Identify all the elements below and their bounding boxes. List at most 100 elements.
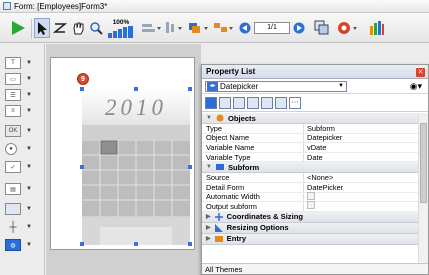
list-tool-icon: ☰ bbox=[5, 89, 21, 101]
field-tool-icon: ▭ bbox=[5, 73, 21, 85]
property-list-titlebar[interactable]: Property List bbox=[202, 65, 428, 79]
more-icon[interactable]: ··· bbox=[289, 96, 301, 109]
resize-handle[interactable] bbox=[188, 87, 192, 91]
palette-splitter-tool[interactable]: ┼ ▼ bbox=[5, 220, 39, 234]
run-form-button[interactable] bbox=[8, 19, 28, 37]
resize-handle[interactable] bbox=[188, 165, 192, 169]
select-tool-button[interactable] bbox=[34, 18, 50, 38]
window-titlebar: Form: [Employees]Form3* bbox=[0, 0, 429, 13]
property-row[interactable]: Object Name Datepicker bbox=[202, 133, 418, 144]
window-title: Form: [Employees]Form3* bbox=[14, 1, 108, 11]
palette-radio-tool[interactable]: ● ▼ bbox=[5, 142, 39, 156]
property-key: Source bbox=[202, 173, 304, 182]
object-selector-row: ◂▸ Datepicker ▼ ◉▾ bbox=[202, 79, 428, 94]
object-selector[interactable]: ◂▸ Datepicker ▼ bbox=[205, 80, 347, 92]
subform-object-icon: ◂▸ bbox=[207, 81, 218, 91]
chevron-down-icon: ▼ bbox=[26, 224, 32, 230]
property-key: Variable Name bbox=[202, 143, 304, 152]
automatic-width-checkbox[interactable] bbox=[307, 191, 315, 200]
palette-combo-tool[interactable]: ≡ ▼ bbox=[5, 104, 39, 118]
zoom-tool-button[interactable] bbox=[88, 19, 104, 37]
property-value[interactable]: vDate bbox=[304, 143, 418, 152]
property-value[interactable]: Date bbox=[304, 153, 418, 162]
theme-filter[interactable]: All Themes bbox=[202, 263, 428, 274]
group-title: Coordinates & Sizing bbox=[226, 212, 303, 222]
next-page-icon bbox=[293, 22, 305, 34]
palette-button-tool[interactable]: OK ▼ bbox=[5, 124, 39, 138]
expanded-arrow-icon: ▼ bbox=[206, 164, 212, 171]
property-key: Object Name bbox=[202, 133, 304, 142]
toolbar: 100% 1/1 bbox=[0, 13, 429, 43]
zoom-label: 100% bbox=[112, 18, 130, 26]
property-row[interactable]: Variable Type Date bbox=[202, 153, 418, 163]
level-menu-button[interactable] bbox=[187, 19, 211, 37]
group-header-coordinates[interactable]: ▶ Coordinates & Sizing bbox=[202, 211, 418, 223]
object-method-button[interactable] bbox=[336, 19, 360, 37]
view-pages-button[interactable] bbox=[313, 19, 331, 37]
resize-handle[interactable] bbox=[80, 165, 84, 169]
output-subform-checkbox[interactable] bbox=[307, 201, 315, 210]
palette-field-tool[interactable]: ▭ ▼ bbox=[5, 72, 39, 86]
resize-handle[interactable] bbox=[188, 242, 192, 246]
chart-wizard-button[interactable] bbox=[368, 19, 386, 37]
events-icon[interactable] bbox=[247, 96, 259, 109]
align-menu-button[interactable] bbox=[140, 20, 162, 36]
entry-icon bbox=[214, 235, 223, 242]
close-icon[interactable]: ✕ bbox=[416, 68, 425, 77]
palette-rectangle-tool[interactable]: ▼ bbox=[5, 202, 39, 216]
resize-handle[interactable] bbox=[80, 242, 84, 246]
group-header-subform[interactable]: ▼ Subform bbox=[202, 162, 418, 174]
palette-plugin-tool[interactable]: ◍ ▼ bbox=[5, 238, 39, 252]
resize-handle[interactable] bbox=[134, 87, 138, 91]
group-title: Subform bbox=[227, 162, 260, 172]
arrow-cursor-icon bbox=[38, 22, 47, 35]
property-value[interactable]: <None> bbox=[304, 173, 418, 182]
scrollbar-thumb[interactable] bbox=[420, 123, 427, 203]
entry-order-button[interactable] bbox=[52, 19, 68, 37]
property-row[interactable]: Output subform bbox=[202, 201, 418, 212]
chevron-down-icon: ▼ bbox=[26, 186, 32, 192]
settings-icon[interactable] bbox=[233, 96, 245, 109]
property-key: Variable Type bbox=[202, 153, 304, 162]
palette-text-tool[interactable]: T ▼ bbox=[5, 56, 39, 70]
play-icon bbox=[12, 21, 25, 35]
chevron-down-icon: ▼ bbox=[26, 92, 32, 98]
resize-handle[interactable] bbox=[80, 87, 84, 91]
list-view-icon[interactable] bbox=[205, 96, 217, 109]
bar-chart-icon bbox=[370, 21, 384, 35]
group-menu-button[interactable] bbox=[212, 19, 236, 37]
chevron-down-icon: ▼ bbox=[26, 128, 32, 134]
property-list-scrollbar[interactable] bbox=[418, 113, 428, 264]
group-header-entry[interactable]: ▶ Entry bbox=[202, 233, 418, 245]
theme-filter-label: All Themes bbox=[205, 264, 243, 274]
property-key: Automatic Width bbox=[202, 192, 304, 201]
coordinates-icon[interactable] bbox=[261, 96, 273, 109]
property-value[interactable]: Datepicker bbox=[304, 133, 418, 142]
property-row[interactable]: Source <None> bbox=[202, 173, 418, 183]
calendar-year-header: 2010 bbox=[82, 89, 190, 125]
view-options-icon[interactable]: ◉▾ bbox=[410, 81, 422, 92]
zoom-level-control[interactable]: 100% bbox=[106, 16, 136, 40]
palette-tab-tool[interactable]: ▤ ▼ bbox=[5, 182, 39, 196]
display-icon[interactable] bbox=[275, 96, 287, 109]
page-navigator[interactable]: 1/1 bbox=[237, 19, 307, 37]
property-key: Detail Form bbox=[202, 183, 304, 192]
property-list-panel: Property List ✕ ◂▸ Datepicker ▼ ◉▾ ··· ▼… bbox=[201, 64, 429, 275]
hand-tool-button[interactable] bbox=[70, 19, 86, 37]
grid-view-icon[interactable] bbox=[219, 96, 231, 109]
pages-icon bbox=[314, 20, 329, 35]
resize-handle[interactable] bbox=[134, 242, 138, 246]
property-value[interactable]: DatePicker bbox=[304, 183, 418, 192]
group-title: Entry bbox=[226, 234, 247, 244]
palette-list-tool[interactable]: ☰ ▼ bbox=[5, 88, 39, 102]
distribute-menu-button[interactable] bbox=[163, 20, 185, 36]
palette-checkbox-tool[interactable]: ✓ ▼ bbox=[5, 160, 39, 174]
page-indicator: 1/1 bbox=[254, 22, 290, 34]
property-row[interactable]: Variable Name vDate bbox=[202, 143, 418, 153]
datepicker-subform[interactable]: 2010 bbox=[80, 87, 192, 246]
group-header-objects[interactable]: ▼ Objects bbox=[202, 113, 418, 124]
chevron-down-icon: ▼ bbox=[26, 146, 32, 152]
property-row[interactable]: Type Subform bbox=[202, 124, 418, 134]
group-header-resizing[interactable]: ▶ Resizing Options bbox=[202, 222, 418, 234]
tab-tool-icon: ▤ bbox=[5, 183, 21, 195]
